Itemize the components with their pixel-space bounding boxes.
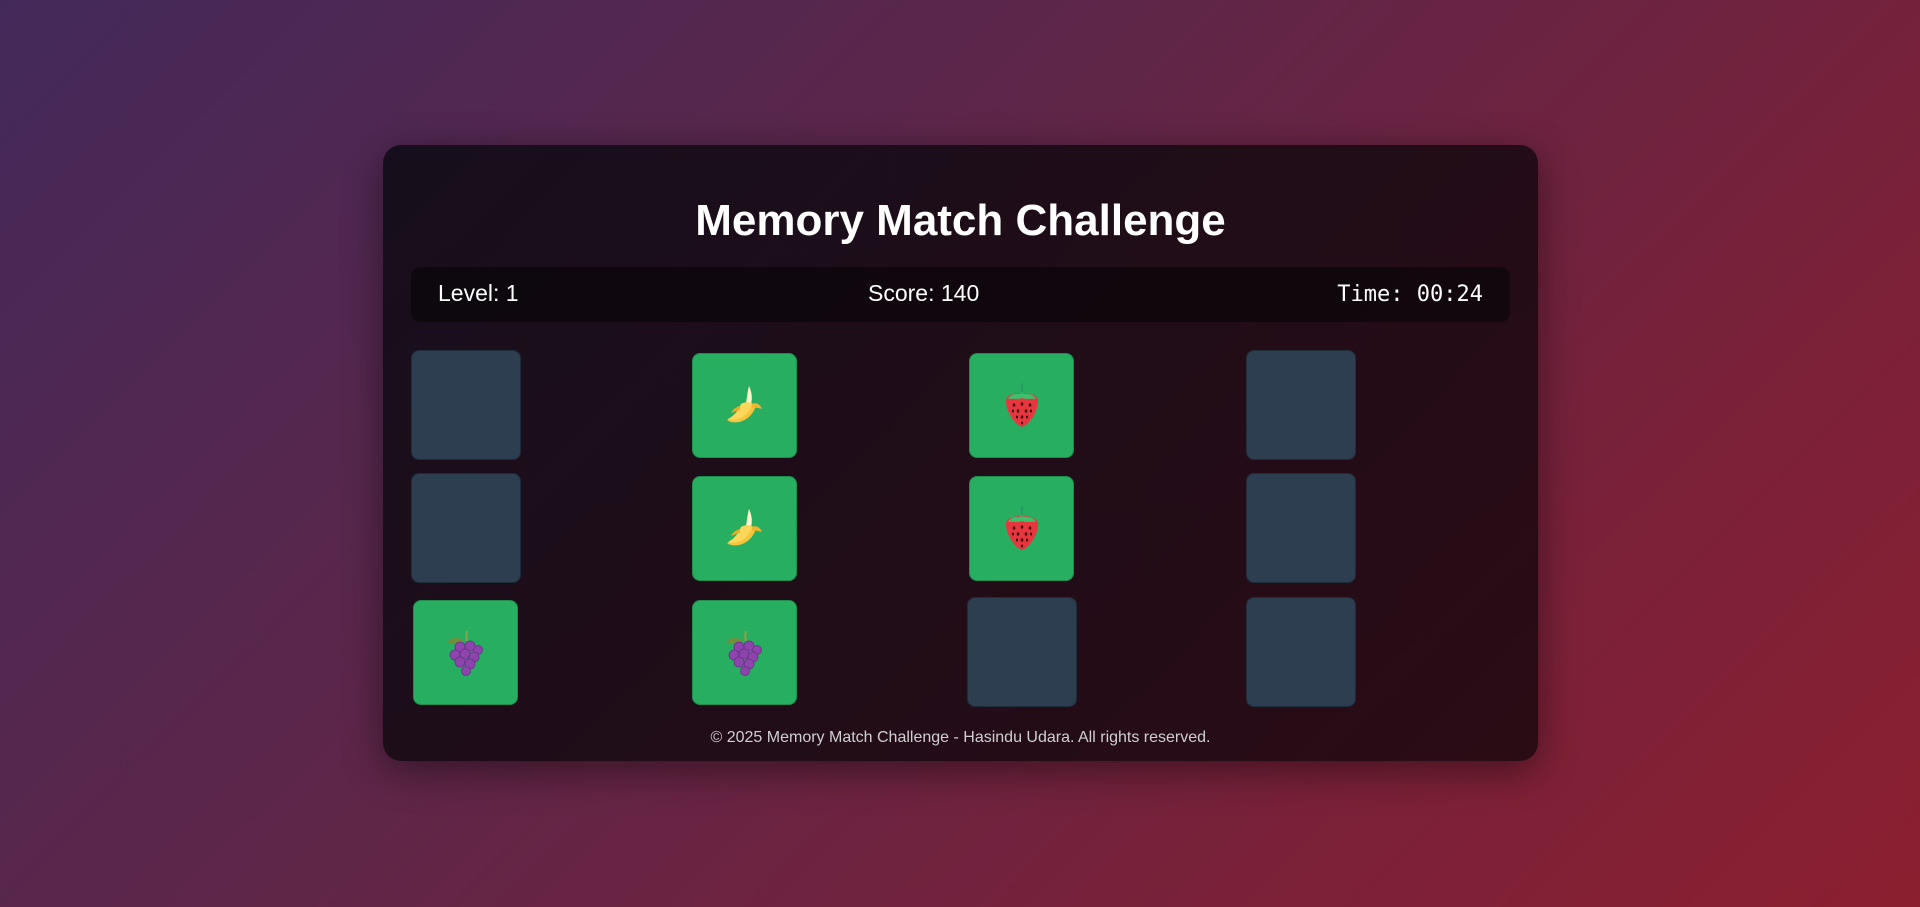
timer-display: Time: 00:24 <box>1337 282 1483 307</box>
card-hidden[interactable] <box>411 350 521 460</box>
card-revealed-grapes[interactable] <box>413 600 518 705</box>
grapes-icon <box>725 630 762 676</box>
stats-bar: Level: 1 Score: 140 Time: 00:24 <box>411 267 1510 322</box>
strawberry-icon <box>1005 505 1038 550</box>
footer-copyright: © 2025 Memory Match Challenge - Hasindu … <box>710 729 1211 746</box>
game-panel: Memory Match Challenge Level: 1 Score: 1… <box>383 145 1538 761</box>
card-revealed-strawberry[interactable] <box>969 353 1074 458</box>
banana-icon <box>726 508 762 545</box>
card-revealed-grapes[interactable] <box>692 600 797 705</box>
game-title: Memory Match Challenge <box>695 196 1226 245</box>
card-revealed-strawberry[interactable] <box>969 476 1074 581</box>
card-revealed-banana[interactable] <box>692 476 797 581</box>
card-revealed-banana[interactable] <box>692 353 797 458</box>
card-hidden[interactable] <box>967 597 1077 707</box>
strawberry-icon <box>1005 382 1038 427</box>
card-hidden[interactable] <box>1246 350 1356 460</box>
grapes-icon <box>446 630 483 676</box>
level-display: Level: 1 <box>438 280 519 306</box>
card-hidden[interactable] <box>1246 597 1356 707</box>
score-display: Score: 140 <box>868 280 980 306</box>
card-hidden[interactable] <box>411 473 521 583</box>
card-hidden[interactable] <box>1246 473 1356 583</box>
banana-icon <box>726 385 762 422</box>
